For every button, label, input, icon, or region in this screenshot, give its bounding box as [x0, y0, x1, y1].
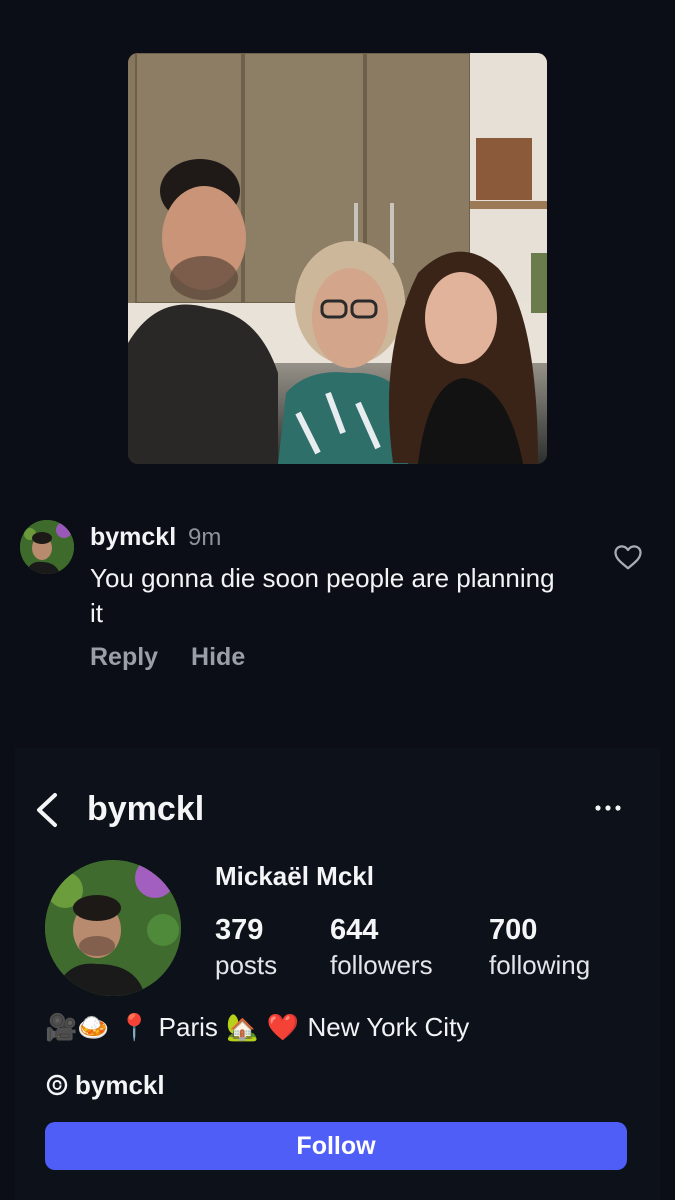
followers-stat[interactable]: 644 followers — [330, 912, 433, 982]
threads-link[interactable]: bymckl — [45, 1070, 165, 1101]
followers-label: followers — [330, 950, 433, 980]
bio-pin-emoji: 📍 — [118, 1013, 151, 1043]
hide-button[interactable]: Hide — [191, 643, 245, 671]
commenter-avatar[interactable] — [20, 520, 74, 574]
follow-button[interactable]: Follow — [45, 1122, 627, 1170]
profile-bio: 🎥🍛 📍 Paris 🏡 ❤️ New York City — [45, 1012, 469, 1043]
bio-heart-emoji: ❤️ — [266, 1013, 300, 1043]
posts-stat[interactable]: 379 posts — [215, 912, 277, 982]
reply-button[interactable]: Reply — [90, 643, 158, 671]
like-heart-icon[interactable] — [613, 543, 643, 571]
bio-house-emoji: 🏡 — [226, 1013, 259, 1043]
bio-city-nyc: New York City — [307, 1012, 470, 1042]
commenter-username[interactable]: bymckl — [90, 523, 176, 552]
profile-display-name: Mickaël Mckl — [215, 861, 374, 891]
posts-count: 379 — [215, 914, 264, 946]
more-options-icon[interactable] — [593, 798, 623, 818]
comment-time: 9m — [188, 524, 222, 551]
back-chevron-icon[interactable] — [33, 792, 61, 828]
profile-card: bymckl Mickaël Mckl 379 posts 644 follow… — [15, 748, 660, 1200]
comment-actions: Reply Hide — [90, 643, 271, 672]
following-stat[interactable]: 700 following — [489, 912, 590, 982]
comment: bymckl 9m You gonna die soon people are … — [20, 520, 660, 680]
bio-emoji-camera-food: 🎥🍛 — [45, 1013, 110, 1043]
profile-header-username: bymckl — [87, 790, 205, 828]
threads-icon — [46, 1074, 68, 1096]
photo-illustration — [128, 53, 547, 464]
threads-handle: bymckl — [75, 1070, 165, 1100]
followers-count: 644 — [330, 914, 379, 946]
following-count: 700 — [489, 914, 538, 946]
bio-city-paris: Paris — [158, 1012, 218, 1042]
comment-text: You gonna die soon people are planning i… — [90, 563, 555, 628]
post-photo — [128, 53, 547, 464]
following-label: following — [489, 950, 591, 980]
page: bymckl 9m You gonna die soon people are … — [0, 0, 675, 1200]
posts-label: posts — [215, 950, 278, 980]
profile-avatar[interactable] — [45, 860, 181, 996]
